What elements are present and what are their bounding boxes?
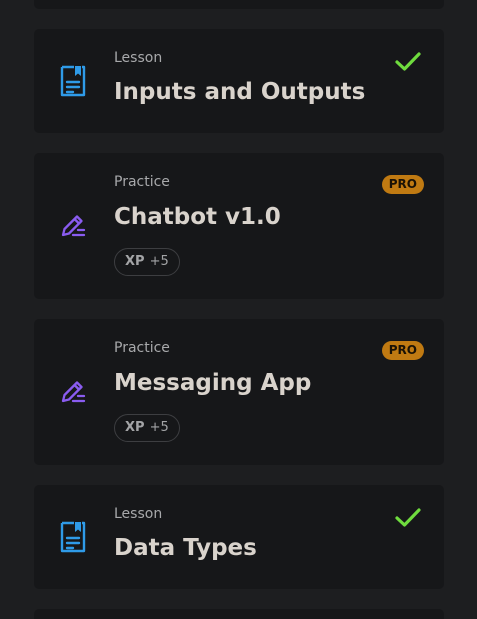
xp-value: +5 (149, 254, 169, 269)
card-type-label: Lesson (114, 506, 163, 522)
card-title: Messaging App (114, 370, 312, 396)
pencil-icon (61, 215, 86, 237)
card-title: Chatbot v1.0 (114, 204, 281, 230)
completed-check-icon (395, 508, 421, 527)
xp-label: XP (125, 420, 145, 435)
card-type-label: Lesson (114, 50, 163, 66)
xp-reward-pill: XP +5 (114, 248, 180, 276)
next-card-partial[interactable] (34, 609, 444, 619)
previous-card-partial[interactable] (34, 0, 444, 9)
pro-badge: PRO (381, 341, 424, 360)
pencil-icon (61, 381, 86, 403)
completed-check-icon (395, 52, 421, 71)
document-icon (60, 521, 86, 553)
document-icon (60, 65, 86, 97)
xp-reward-pill: XP +5 (114, 414, 180, 442)
card-title: Inputs and Outputs (114, 79, 366, 105)
card-title: Data Types (114, 535, 257, 561)
card-type-label: Practice (114, 340, 170, 356)
course-module-list: Lesson Inputs and Outputs Practice PRO C… (0, 0, 477, 619)
lesson-card-data-types[interactable]: Lesson Data Types (34, 485, 444, 589)
pro-badge: PRO (381, 175, 424, 194)
card-type-label: Practice (114, 174, 170, 190)
practice-card-messaging-app[interactable]: Practice PRO Messaging App XP +5 (34, 319, 444, 465)
xp-label: XP (125, 254, 145, 269)
lesson-card-inputs-and-outputs[interactable]: Lesson Inputs and Outputs (34, 29, 444, 133)
practice-card-chatbot[interactable]: Practice PRO Chatbot v1.0 XP +5 (34, 153, 444, 299)
xp-value: +5 (149, 420, 169, 435)
